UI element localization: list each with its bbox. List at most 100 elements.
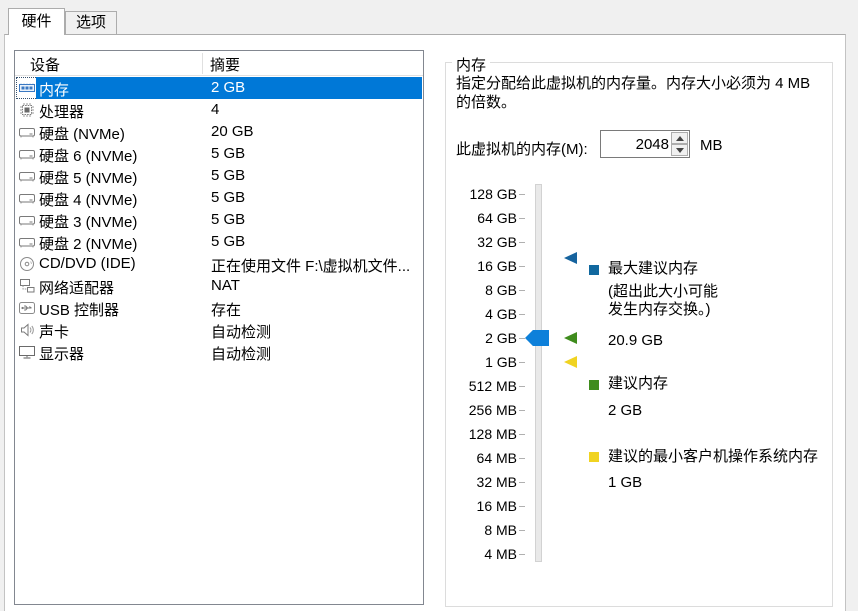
minimum-memory-legend-swatch — [589, 452, 599, 462]
device-row[interactable]: 硬盘 6 (NVMe) 5 GB — [16, 143, 422, 165]
scale-label: 8 GB — [445, 281, 517, 299]
scale-label: 512 MB — [445, 377, 517, 395]
recommended-memory-label: 建议内存 — [608, 375, 668, 393]
device-name: 硬盘 4 (NVMe) — [39, 189, 137, 210]
spin-down-button[interactable] — [671, 144, 688, 156]
disk-icon — [19, 124, 35, 140]
device-row[interactable]: 内存 2 GB — [16, 77, 422, 99]
memory-slider-track[interactable] — [535, 184, 542, 562]
recommended-memory-marker-icon — [564, 332, 577, 344]
device-name: USB 控制器 — [39, 299, 119, 320]
device-summary: 正在使用文件 F:\虚拟机文件... — [211, 255, 410, 276]
device-row[interactable]: 硬盘 (NVMe) 20 GB — [16, 121, 422, 143]
scale-tick — [519, 362, 525, 363]
cd-icon — [19, 256, 35, 272]
scale-tick — [519, 554, 525, 555]
device-name: 硬盘 6 (NVMe) — [39, 145, 137, 166]
minimum-memory-label: 建议的最小客户机操作系统内存 — [608, 448, 818, 466]
scale-label: 64 GB — [445, 209, 517, 227]
device-row[interactable]: USB 控制器 存在 — [16, 297, 422, 319]
disk-icon — [19, 146, 35, 162]
memory-unit-label: MB — [700, 137, 723, 154]
max-memory-legend-swatch — [589, 265, 599, 275]
display-icon — [19, 344, 35, 360]
scale-label: 64 MB — [445, 449, 517, 467]
scale-label: 32 MB — [445, 473, 517, 491]
scale-tick — [519, 338, 525, 339]
scale-tick — [519, 290, 525, 291]
device-name: 硬盘 (NVMe) — [39, 123, 125, 144]
scale-tick — [519, 458, 525, 459]
scale-tick — [519, 434, 525, 435]
scale-label: 32 GB — [445, 233, 517, 251]
cpu-icon — [19, 102, 35, 118]
device-summary: 20 GB — [211, 123, 254, 140]
device-row[interactable]: 处理器 4 — [16, 99, 422, 121]
scale-tick — [519, 218, 525, 219]
device-summary: 自动检测 — [211, 343, 271, 364]
column-header-device[interactable]: 设备 — [30, 54, 60, 75]
device-name: 硬盘 3 (NVMe) — [39, 211, 137, 232]
sound-icon — [19, 322, 35, 338]
device-table-header: 设备 摘要 — [15, 51, 423, 76]
memory-groupbox-title: 内存 — [452, 54, 490, 75]
scale-tick — [519, 410, 525, 411]
device-summary: 5 GB — [211, 211, 245, 228]
device-summary: 2 GB — [211, 79, 245, 96]
memory-spinbox — [600, 130, 690, 158]
tab-options[interactable]: 选项 — [65, 11, 117, 34]
device-table: 设备 摘要 内存 2 GB 处理器 4 硬盘 (NVMe) 20 GB 硬盘 6 (NVMe… — [14, 50, 424, 605]
vm-settings-dialog: 硬件 选项 设备 摘要 内存 2 GB 处理器 4 硬盘 (NVMe) 20 GB 硬盘 6… — [0, 0, 858, 611]
scale-label: 4 MB — [445, 545, 517, 563]
device-row[interactable]: CD/DVD (IDE) 正在使用文件 F:\虚拟机文件... — [16, 253, 422, 275]
scale-label: 1 GB — [445, 353, 517, 371]
device-row[interactable]: 声卡自动检测 — [16, 319, 422, 341]
device-row[interactable]: 硬盘 4 (NVMe)5 GB — [16, 187, 422, 209]
scale-tick — [519, 482, 525, 483]
device-name: 硬盘 2 (NVMe) — [39, 233, 137, 254]
device-summary: 自动检测 — [211, 321, 271, 342]
column-header-summary[interactable]: 摘要 — [210, 54, 240, 75]
scale-label: 256 MB — [445, 401, 517, 419]
memory-amount-label: 此虚拟机的内存(M): — [456, 138, 588, 159]
scale-tick — [519, 506, 525, 507]
scale-label: 128 MB — [445, 425, 517, 443]
tab-hardware[interactable]: 硬件 — [8, 8, 65, 35]
minimum-memory-value: 1 GB — [608, 474, 642, 492]
device-row[interactable]: 网络适配器NAT — [16, 275, 422, 297]
scale-tick — [519, 266, 525, 267]
scale-label: 16 GB — [445, 257, 517, 275]
device-name: 网络适配器 — [39, 277, 114, 298]
max-memory-marker-icon — [564, 252, 577, 264]
spin-up-button[interactable] — [671, 132, 688, 144]
device-summary: 5 GB — [211, 167, 245, 184]
max-memory-note-line2: 发生内存交换。) — [608, 301, 711, 319]
device-name: 处理器 — [39, 101, 84, 122]
device-row[interactable]: 硬盘 2 (NVMe) 5 GB — [16, 231, 422, 253]
scale-label: 128 GB — [445, 185, 517, 203]
memory-description: 指定分配给此虚拟机的内存量。内存大小必须为 4 MB 的倍数。 — [456, 74, 831, 112]
device-row[interactable]: 显示器自动检测 — [16, 341, 422, 363]
disk-icon — [19, 212, 35, 228]
device-name: 内存 — [39, 79, 69, 100]
device-summary: 5 GB — [211, 233, 245, 250]
column-divider — [202, 53, 203, 74]
network-icon — [19, 278, 35, 294]
recommended-memory-legend-swatch — [589, 380, 599, 390]
device-row[interactable]: 硬盘 3 (NVMe) 5 GB — [16, 209, 422, 231]
memory-input[interactable] — [601, 131, 671, 157]
device-summary: 5 GB — [211, 145, 245, 162]
disk-icon — [19, 168, 35, 184]
memory-description-line1: 指定分配给此虚拟机的内存量。内存大小必须为 4 MB — [456, 74, 831, 93]
minimum-memory-marker-icon — [564, 356, 577, 368]
device-name: CD/DVD (IDE) — [39, 255, 136, 272]
device-summary: 存在 — [211, 299, 241, 320]
memory-spinner — [671, 132, 688, 156]
memory-icon — [19, 80, 35, 96]
recommended-memory-value: 2 GB — [608, 402, 642, 420]
scale-tick — [519, 314, 525, 315]
device-row[interactable]: 硬盘 5 (NVMe)5 GB — [16, 165, 422, 187]
disk-icon — [19, 190, 35, 206]
device-summary: 4 — [211, 101, 219, 118]
max-memory-note-line1: (超出此大小可能 — [608, 283, 718, 301]
